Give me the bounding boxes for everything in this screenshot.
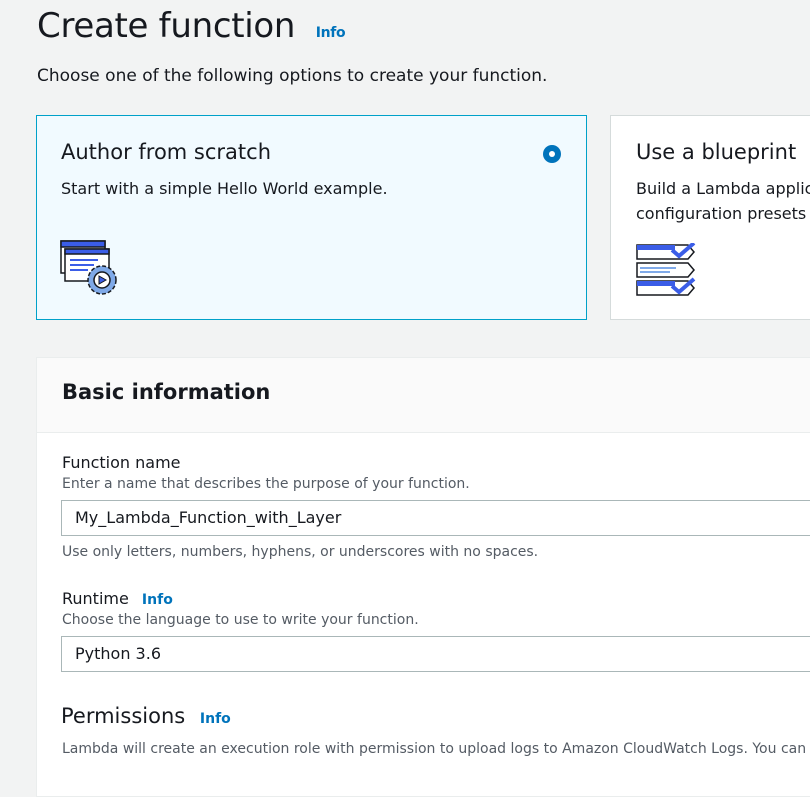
basic-information-panel: Basic information Function name Enter a … <box>36 357 810 797</box>
permissions-heading: Permissions Info <box>61 704 231 728</box>
use-blueprint-description-line-1: Build a Lambda applic <box>636 179 810 198</box>
runtime-label-text: Runtime <box>62 589 129 608</box>
function-name-input[interactable]: My_Lambda_Function_with_Layer <box>61 500 810 536</box>
author-from-scratch-description: Start with a simple Hello World example. <box>61 179 388 198</box>
author-from-scratch-title: Author from scratch <box>61 140 271 164</box>
permissions-label: Permissions <box>61 704 186 728</box>
runtime-label: Runtime Info <box>62 589 173 608</box>
basic-information-title: Basic information <box>62 380 271 404</box>
author-from-scratch-radio[interactable] <box>543 145 561 163</box>
runtime-select[interactable]: Python 3.6 <box>61 636 810 672</box>
function-name-description: Enter a name that describes the purpose … <box>62 476 470 492</box>
runtime-info-link[interactable]: Info <box>142 592 173 608</box>
permissions-description: Lambda will create an execution role wit… <box>62 741 810 757</box>
function-name-constraint: Use only letters, numbers, hyphens, or u… <box>62 544 539 560</box>
basic-information-header: Basic information <box>37 358 810 433</box>
use-blueprint-title: Use a blueprint <box>636 140 797 164</box>
use-blueprint-description-line-2: configuration presets f <box>636 204 810 223</box>
function-name-label: Function name <box>62 453 181 472</box>
author-from-scratch-card[interactable]: Author from scratch Start with a simple … <box>36 115 587 320</box>
page-title: Create function Info <box>37 6 346 46</box>
page-title-text: Create function <box>37 6 296 46</box>
page-subtitle: Choose one of the following options to c… <box>37 66 548 86</box>
title-info-link[interactable]: Info <box>316 25 346 41</box>
use-blueprint-card[interactable]: Use a blueprint Build a Lambda applic co… <box>610 115 810 320</box>
permissions-info-link[interactable]: Info <box>200 711 231 727</box>
runtime-description: Choose the language to use to write your… <box>62 612 419 628</box>
blueprint-checklist-icon <box>636 243 696 296</box>
author-from-scratch-icon <box>60 240 117 295</box>
